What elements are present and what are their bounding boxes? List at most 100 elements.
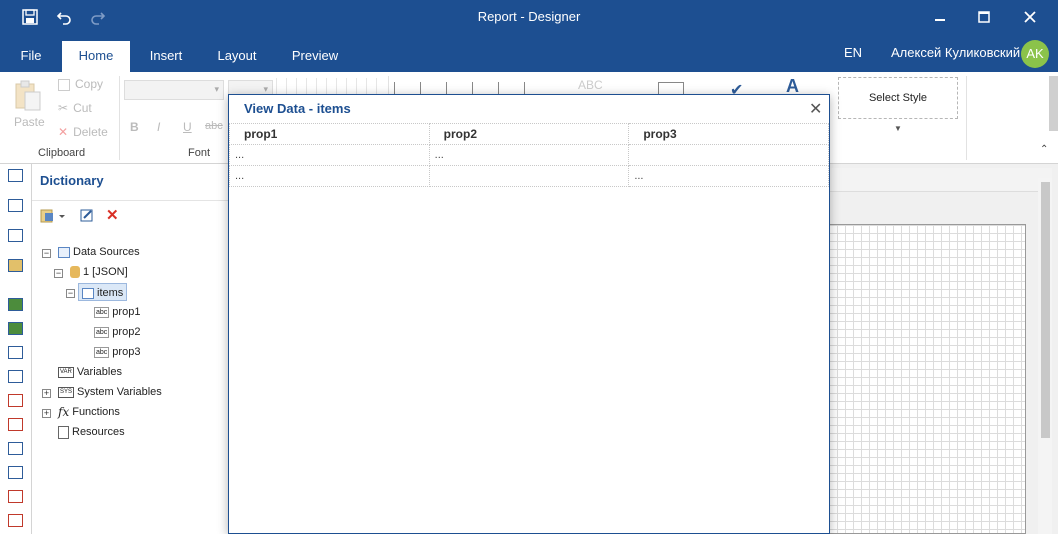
- language-selector[interactable]: EN: [844, 45, 862, 60]
- chevron-down-icon[interactable]: ▼: [894, 124, 902, 133]
- ribbon-separator: [119, 76, 120, 160]
- bold-button[interactable]: B: [130, 120, 139, 134]
- column-header[interactable]: prop2: [428, 123, 630, 145]
- tree-system-variables[interactable]: SYS System Variables: [58, 383, 162, 401]
- table-cell[interactable]: ...: [628, 165, 829, 187]
- font-group-label: Font: [188, 147, 211, 159]
- table-row[interactable]: ... ...: [229, 165, 829, 187]
- collapse-toggle[interactable]: −: [54, 269, 63, 278]
- text-icon[interactable]: [8, 346, 23, 359]
- edit-icon[interactable]: [80, 208, 94, 225]
- clipboard-group-label: Clipboard: [38, 147, 86, 159]
- tab-insert[interactable]: Insert: [140, 41, 192, 72]
- dictionary-panel: Dictionary ✕ − Data Sources − 1 [JSON] −…: [32, 164, 228, 534]
- data-table: prop1 prop2 prop3 ... ... ... ...: [229, 123, 829, 187]
- scrollbar-thumb[interactable]: [1041, 182, 1050, 438]
- tree-label: prop1: [112, 306, 141, 318]
- list-icon[interactable]: [8, 370, 23, 383]
- view-data-dialog: View Data - items ✕ prop1 prop2 prop3 ..…: [228, 94, 830, 534]
- panel-icon[interactable]: [8, 442, 23, 455]
- image-icon[interactable]: [8, 259, 23, 272]
- tree-label: Resources: [72, 426, 125, 438]
- header-band-icon[interactable]: [8, 298, 23, 311]
- column-header[interactable]: prop3: [628, 123, 829, 145]
- table-icon[interactable]: [8, 490, 23, 503]
- cut-label: Cut: [73, 101, 92, 115]
- minimize-icon[interactable]: [929, 6, 951, 28]
- delete-icon[interactable]: ✕: [106, 206, 119, 224]
- delete-label: Delete: [73, 125, 108, 139]
- cut-button[interactable]: ✂ Cut: [58, 101, 92, 115]
- table-row[interactable]: ... ...: [229, 144, 829, 166]
- rich-text-icon[interactable]: [8, 418, 23, 431]
- dictionary-title: Dictionary: [40, 173, 104, 188]
- string-column-icon: abc: [94, 326, 110, 338]
- ribbon-scrollbar[interactable]: [1049, 76, 1058, 131]
- page-header-icon[interactable]: [8, 466, 23, 479]
- table-cell[interactable]: ...: [428, 144, 630, 166]
- copy-button[interactable]: Copy: [58, 77, 103, 91]
- column-icon[interactable]: [8, 514, 23, 527]
- chevron-up-icon[interactable]: ⌃: [1040, 144, 1048, 155]
- user-name[interactable]: Алексей Куликовский: [891, 45, 1020, 60]
- new-item-button[interactable]: [40, 208, 66, 224]
- column-header[interactable]: prop1: [229, 123, 430, 145]
- tree-label: prop2: [112, 326, 141, 338]
- select-style-button[interactable]: Select Style: [838, 77, 958, 119]
- tree-column[interactable]: abc prop1: [94, 303, 140, 321]
- close-icon[interactable]: ✕: [809, 99, 822, 119]
- tree-resources[interactable]: Resources: [58, 423, 125, 441]
- dialog-title: View Data - items: [244, 101, 351, 116]
- chevron-down-icon: ▾: [214, 84, 219, 94]
- copy-icon: [58, 78, 70, 91]
- tree-json-source[interactable]: 1 [JSON]: [70, 263, 128, 281]
- tab-file[interactable]: File: [10, 41, 52, 72]
- scissors-icon: ✂: [58, 101, 69, 115]
- tree-label: items: [97, 287, 124, 299]
- expand-toggle[interactable]: +: [42, 389, 51, 398]
- copy-label: Copy: [75, 77, 104, 91]
- tree-column[interactable]: abc prop3: [94, 343, 140, 361]
- report-page[interactable]: [828, 224, 1026, 534]
- function-icon: fx: [58, 405, 70, 420]
- table-cell[interactable]: ...: [229, 165, 430, 187]
- ribbon-separator: [966, 76, 967, 160]
- maximize-icon[interactable]: [973, 6, 995, 28]
- collapse-toggle[interactable]: −: [42, 249, 51, 258]
- divider: [32, 200, 228, 201]
- data-sources-icon: [58, 246, 70, 258]
- paste-button[interactable]: Paste: [14, 115, 45, 129]
- band-icon[interactable]: [8, 199, 23, 212]
- tree-items[interactable]: items: [78, 283, 128, 301]
- resources-icon: [58, 425, 69, 439]
- string-column-icon: abc: [94, 346, 110, 358]
- database-icon: [70, 266, 80, 279]
- tab-preview[interactable]: Preview: [282, 41, 348, 72]
- tree-column[interactable]: abc prop2: [94, 323, 140, 341]
- table-cell[interactable]: [428, 165, 630, 187]
- data-band-icon[interactable]: [8, 322, 23, 335]
- window-title: Report - Designer: [477, 9, 581, 24]
- band-icon[interactable]: [8, 169, 23, 182]
- font-family-select[interactable]: ▾: [124, 80, 224, 100]
- tree-variables[interactable]: VAR Variables: [58, 363, 122, 381]
- tab-home[interactable]: Home: [62, 41, 130, 72]
- tree-label: prop3: [112, 346, 141, 358]
- tree-data-sources[interactable]: Data Sources: [58, 243, 140, 261]
- italic-button[interactable]: I: [157, 120, 160, 134]
- system-variables-icon: SYS: [58, 386, 75, 398]
- tab-layout[interactable]: Layout: [208, 41, 266, 72]
- tree-functions[interactable]: fx Functions: [58, 403, 120, 421]
- table-cell[interactable]: ...: [229, 144, 430, 166]
- delete-button[interactable]: ✕ Delete: [58, 125, 108, 139]
- band-icon[interactable]: [8, 229, 23, 242]
- text-box-icon[interactable]: [8, 394, 23, 407]
- collapse-toggle[interactable]: −: [66, 289, 75, 298]
- table-cell[interactable]: [628, 144, 829, 166]
- underline-button[interactable]: U: [183, 120, 192, 134]
- avatar[interactable]: AK: [1021, 40, 1049, 68]
- close-window-icon[interactable]: [1019, 6, 1041, 28]
- expand-toggle[interactable]: +: [42, 409, 51, 418]
- strikethrough-button[interactable]: abc: [205, 120, 223, 132]
- paste-icon[interactable]: [14, 80, 42, 115]
